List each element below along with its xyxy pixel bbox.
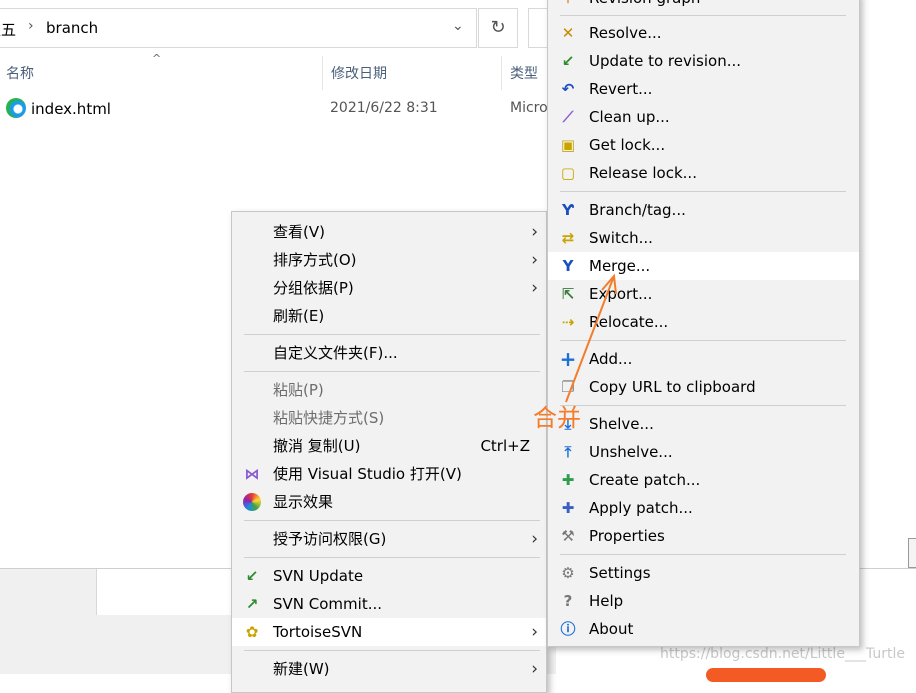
annotation-label: 合并	[533, 404, 581, 432]
annotation-arrow	[565, 273, 617, 403]
